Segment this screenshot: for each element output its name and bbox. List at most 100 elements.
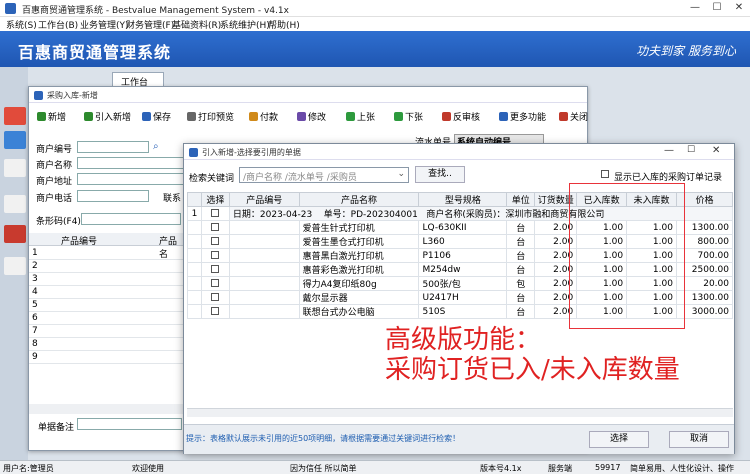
product-grid-row[interactable]: 9: [29, 351, 184, 364]
item-unit: 台: [506, 262, 536, 277]
search-input[interactable]: /商户名称 /流水单号 /采购员 ⌄: [239, 167, 409, 183]
product-grid-row[interactable]: 7: [29, 325, 184, 338]
col-select[interactable]: 选择: [200, 192, 230, 207]
maximize-icon[interactable]: ☐: [687, 145, 695, 155]
item-model: LQ-630KII: [418, 220, 508, 235]
close-icon[interactable]: ✕: [732, 2, 746, 13]
product-grid-row[interactable]: 5: [29, 299, 184, 312]
row-index: [187, 290, 202, 305]
toolbar-icon: [187, 112, 196, 121]
maximize-icon[interactable]: ☐: [710, 2, 724, 13]
checkbox-icon: [601, 170, 609, 178]
left-nav-panel: [0, 67, 28, 462]
row-index: [187, 262, 202, 277]
remark-input[interactable]: [77, 418, 182, 430]
item-name: 惠普黑白激光打印机: [298, 248, 420, 263]
brand-slogan: 功夫到家 服务到心: [636, 44, 736, 58]
toolbar-icon: [346, 112, 355, 121]
item-select-checkbox[interactable]: [200, 304, 230, 319]
row-index: [187, 304, 202, 319]
col-rownum: [187, 192, 202, 207]
item-unit: 台: [506, 234, 536, 249]
show-received-label: 显示已入库的采购订单记录: [614, 173, 723, 183]
dialog-title-bar: 引入新增-选择要引用的单据 — ☐ ✕: [184, 144, 734, 160]
menu-business[interactable]: 业务管理(Y): [80, 18, 129, 31]
merchant-name-input[interactable]: [77, 157, 187, 169]
product-grid-row[interactable]: 3: [29, 273, 184, 286]
toolbar-button-1[interactable]: 引入新增: [84, 110, 131, 123]
status-bar: 用户名:管理员 欢迎使用 因为信任 所以简单 版本号4.1x 服务端 59917…: [0, 460, 750, 474]
merchant-address-input[interactable]: [77, 173, 187, 185]
checkbox-icon: [211, 278, 220, 287]
toolbar-icon: [37, 112, 46, 121]
toolbar-button-2[interactable]: 保存: [142, 110, 171, 123]
lookup-icon[interactable]: ⌕: [153, 141, 159, 152]
barcode-input[interactable]: [81, 213, 181, 225]
toolbar-button-label: 更多功能: [510, 113, 547, 123]
item-model: L360: [418, 234, 508, 249]
toolbar-button-4[interactable]: 付款: [249, 110, 278, 123]
menu-workbench[interactable]: 工作台(B): [38, 18, 78, 31]
col-product-code[interactable]: 产品编号: [228, 192, 300, 207]
item-product-code: [228, 276, 300, 291]
row-index: [187, 220, 202, 235]
item-select-checkbox[interactable]: [200, 248, 230, 263]
horizontal-scrollbar[interactable]: [187, 408, 733, 417]
hint-text: 提示：表格默认展示未引用的近50项明细，请根据需要通过关键词进行检索！: [186, 434, 461, 443]
toolbar-button-5[interactable]: 修改: [297, 110, 326, 123]
barcode-label: 条形码(F4): [36, 217, 81, 227]
product-grid-row[interactable]: 6: [29, 312, 184, 325]
checkbox-icon: [211, 208, 220, 217]
nav-shortcut-icon[interactable]: [4, 107, 26, 125]
item-select-checkbox[interactable]: [200, 290, 230, 305]
minimize-icon[interactable]: —: [664, 145, 674, 156]
select-button[interactable]: 选择: [589, 431, 649, 448]
app-icon: [5, 3, 16, 14]
item-select-checkbox[interactable]: [200, 262, 230, 277]
group-select-checkbox[interactable]: [200, 206, 230, 221]
row-number: 5: [32, 300, 38, 310]
minimize-icon[interactable]: —: [688, 2, 702, 13]
menu-base-data[interactable]: 基础资料(R): [172, 18, 221, 31]
col-model[interactable]: 型号规格: [418, 192, 508, 207]
toolbar-button-0[interactable]: 新增: [37, 110, 66, 123]
nav-shortcut-icon[interactable]: [4, 131, 26, 149]
product-grid-row[interactable]: 8: [29, 338, 184, 351]
horizontal-scrollbar[interactable]: [29, 404, 184, 414]
nav-shortcut-icon[interactable]: [4, 159, 26, 177]
nav-shortcut-icon[interactable]: [4, 257, 26, 275]
item-select-checkbox[interactable]: [200, 234, 230, 249]
cancel-button[interactable]: 取消: [669, 431, 729, 448]
search-label: 检索关键词: [189, 174, 235, 184]
toolbar-button-label: 下张: [405, 113, 424, 123]
product-grid-row[interactable]: 2: [29, 260, 184, 273]
merchant-phone-input[interactable]: [77, 190, 149, 202]
menu-finance[interactable]: 财务管理(F): [126, 18, 174, 31]
merchant-code-input[interactable]: [77, 141, 149, 153]
promo-line-2: 采购订货已入/未入库数量: [385, 355, 680, 385]
item-select-checkbox[interactable]: [200, 220, 230, 235]
toolbar-button-9[interactable]: 更多功能: [499, 110, 546, 123]
close-icon[interactable]: ✕: [712, 145, 720, 156]
col-unit[interactable]: 单位: [506, 192, 536, 207]
find-button[interactable]: 查找..: [415, 166, 465, 183]
row-index: [187, 234, 202, 249]
toolbar-button-7[interactable]: 下张: [394, 110, 423, 123]
nav-shortcut-icon[interactable]: [4, 195, 26, 213]
group-doc-no: 单号：PD-202304001: [323, 210, 418, 220]
menu-maintenance[interactable]: 系统维护(H): [220, 18, 270, 31]
toolbar-button-6[interactable]: 上张: [346, 110, 375, 123]
menu-system[interactable]: 系统(S): [6, 18, 37, 31]
product-grid-row[interactable]: 4: [29, 286, 184, 299]
nav-shortcut-icon[interactable]: [4, 225, 26, 243]
show-received-checkbox[interactable]: [601, 170, 609, 180]
toolbar-button-3[interactable]: 打印预览: [187, 110, 234, 123]
menu-help[interactable]: 帮助(H): [268, 18, 300, 31]
product-grid-row[interactable]: 1: [29, 247, 184, 260]
chevron-down-icon[interactable]: ⌄: [397, 169, 405, 179]
status-port: 59917: [595, 463, 621, 472]
col-product-name[interactable]: 产品名称: [298, 192, 420, 207]
item-select-checkbox[interactable]: [200, 276, 230, 291]
toolbar-button-10[interactable]: 关闭: [559, 110, 588, 123]
toolbar-button-8[interactable]: 反审核: [442, 110, 480, 123]
